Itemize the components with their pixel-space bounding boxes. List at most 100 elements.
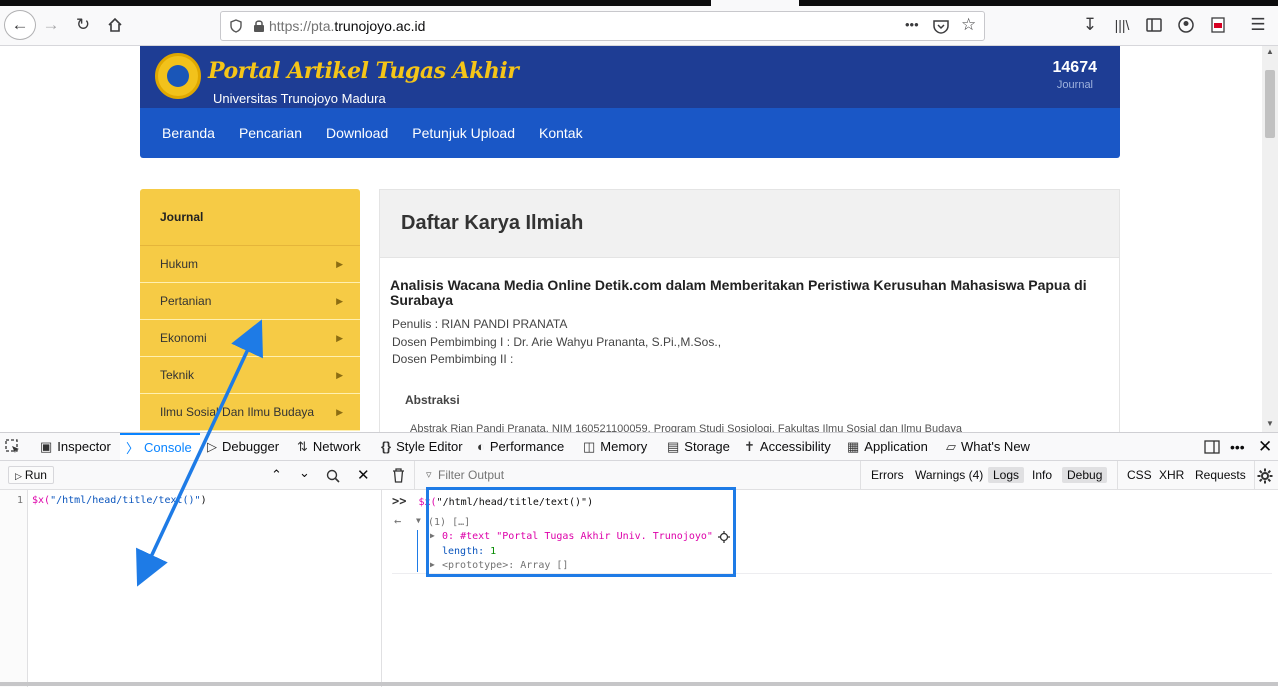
tab-performance[interactable]: ◐ Performance <box>477 433 564 460</box>
filter-logs[interactable]: Logs <box>988 467 1025 483</box>
filter-errors[interactable]: Errors <box>871 468 904 482</box>
close-editor-icon[interactable]: ✕ <box>357 466 370 484</box>
menu-button[interactable]: ☰ <box>1243 10 1273 40</box>
gear-icon[interactable] <box>1257 468 1273 484</box>
site-title[interactable]: Portal Artikel Tugas Akhir <box>208 58 519 84</box>
filter-css[interactable]: CSS <box>1127 468 1152 482</box>
journal-count-label: Journal <box>1056 79 1093 91</box>
forward-arrow-icon: → <box>42 15 60 34</box>
filter-icon: ▿ <box>426 469 432 481</box>
page-scrollbar[interactable]: ▲ ▼ <box>1262 46 1278 432</box>
sidebar-item-hukum[interactable]: Hukum ▶ <box>140 246 360 283</box>
abstract-heading: Abstraksi <box>405 393 460 407</box>
article-advisor-2: Dosen Pembimbing II : <box>392 352 514 366</box>
nav-download[interactable]: Download <box>314 125 400 141</box>
tab-style-editor[interactable]: {} Style Editor <box>381 433 463 460</box>
multiline-editor[interactable]: 1 $x("/html/head/title/text()") <box>0 490 382 687</box>
tab-label: Memory <box>600 439 648 454</box>
expand-down-icon[interactable]: ▼ <box>416 516 421 525</box>
tab-whats-new[interactable]: ▱ What's New <box>946 433 1030 460</box>
triangle-right-icon: ▶ <box>336 406 343 417</box>
tab-memory[interactable]: ◫ Memory <box>583 433 647 460</box>
pocket-icon[interactable] <box>933 19 949 34</box>
editor-code[interactable]: $x("/html/head/title/text()") <box>32 495 207 506</box>
code-end: ) <box>200 495 207 506</box>
journal-sidebar: Journal Hukum ▶ Pertanian ▶ Ekonomi ▶ Tekni… <box>140 189 360 431</box>
scrollbar-thumb[interactable] <box>1265 70 1275 138</box>
abstract-text: Abstrak Rian Pandi Pranata. NIM 16052110… <box>410 423 962 432</box>
storage-icon: ▤ <box>667 438 680 454</box>
braces-icon: {} <box>381 439 392 454</box>
reverse-search-icon[interactable] <box>326 469 340 483</box>
nav-petunjuk-upload[interactable]: Petunjuk Upload <box>400 125 527 141</box>
tab-label: Style Editor <box>396 439 463 454</box>
tab-application[interactable]: ▦ Application <box>847 433 928 460</box>
history-up-icon[interactable]: ⌃ <box>271 467 282 483</box>
library-icon: |||\ <box>1114 17 1130 33</box>
history-down-icon[interactable]: ⌄ <box>299 465 310 481</box>
nav-beranda[interactable]: Beranda <box>150 125 227 141</box>
filter-warnings[interactable]: Warnings (4) <box>915 468 983 482</box>
nav-kontak[interactable]: Kontak <box>527 125 595 141</box>
sidebar-item-teknik[interactable]: Teknik ▶ <box>140 357 360 394</box>
filter-output-input[interactable] <box>438 466 798 484</box>
tab-storage[interactable]: ▤ Storage <box>667 433 730 460</box>
url-prefix: https://pta. <box>269 18 335 34</box>
play-icon: ▷ <box>15 471 22 481</box>
tab-network[interactable]: ⇅ Network <box>297 433 361 460</box>
tab-label: Storage <box>684 439 730 454</box>
article-title[interactable]: Analisis Wacana Media Online Detik.com d… <box>390 278 1105 308</box>
application-grid-icon: ▦ <box>847 438 860 454</box>
page-actions-icon[interactable]: ••• <box>905 17 919 32</box>
devtools-tabbar: ▣ Inspector 〉 Console ▷ Debugger ⇅ Network {… <box>0 433 1278 461</box>
devtools-panel: ▣ Inspector 〉 Console ▷ Debugger ⇅ Network {… <box>0 432 1278 687</box>
devtools-menu-button[interactable]: ••• <box>1230 433 1245 460</box>
sidebar-item-ilmu-sosial[interactable]: Ilmu Sosial Dan Ilmu Budaya ▶ <box>140 394 360 431</box>
tab-label: Console <box>144 440 192 455</box>
sidebar-item-ekonomi[interactable]: Ekonomi ▶ <box>140 320 360 357</box>
accessibility-icon: ✝ <box>744 438 755 454</box>
network-icon: ⇅ <box>297 438 308 454</box>
account-button[interactable] <box>1171 10 1201 40</box>
back-button[interactable]: ← <box>4 10 36 40</box>
reload-button[interactable]: ↻ <box>68 10 98 40</box>
element-picker-button[interactable] <box>5 433 21 460</box>
divider <box>414 461 415 489</box>
sidebar-item-pertanian[interactable]: Pertanian ▶ <box>140 283 360 320</box>
nav-pencarian[interactable]: Pencarian <box>227 125 314 141</box>
scroll-up-icon[interactable]: ▲ <box>1266 47 1274 56</box>
scroll-down-icon[interactable]: ▼ <box>1266 419 1274 428</box>
tab-debugger[interactable]: ▷ Debugger <box>207 433 279 460</box>
filter-debug[interactable]: Debug <box>1062 467 1108 483</box>
close-icon: ✕ <box>1258 436 1273 456</box>
bookmark-star-icon[interactable]: ☆ <box>961 15 976 35</box>
url-text[interactable]: https://pta.trunojoyo.ac.id <box>269 18 425 34</box>
university-logo[interactable] <box>155 53 201 99</box>
article-advisor-1: Dosen Pembimbing I : Dr. Arie Wahyu Pran… <box>392 335 722 349</box>
library-button[interactable]: |||\ <box>1107 10 1137 40</box>
pdf-extension-button[interactable] <box>1203 10 1233 40</box>
article-author: Penulis : RIAN PANDI PRANATA <box>392 317 568 331</box>
tab-label: Accessibility <box>759 439 831 454</box>
prompt-chevron-icon: >> <box>392 494 407 508</box>
filter-requests[interactable]: Requests <box>1195 468 1246 482</box>
downloads-button[interactable]: ↧ <box>1075 10 1105 40</box>
inspector-icon: ▣ <box>40 438 53 454</box>
forward-button[interactable]: → <box>36 10 66 40</box>
gauge-icon: ◐ <box>477 439 485 454</box>
main-content: Daftar Karya Ilmiah Analisis Wacana Medi… <box>379 189 1120 432</box>
hamburger-icon: ☰ <box>1250 15 1266 34</box>
trash-icon[interactable] <box>392 468 405 483</box>
tab-inspector[interactable]: ▣ Inspector <box>40 433 111 460</box>
url-bar[interactable]: https://pta.trunojoyo.ac.id ••• ☆ <box>220 11 985 41</box>
sidebar-button[interactable] <box>1139 10 1169 40</box>
filter-info[interactable]: Info <box>1032 468 1052 482</box>
run-button[interactable]: ▷ Run <box>8 466 54 484</box>
line-number: 1 <box>16 495 23 506</box>
filter-xhr[interactable]: XHR <box>1159 468 1184 482</box>
tab-console[interactable]: 〉 Console <box>120 433 200 460</box>
tab-accessibility[interactable]: ✝ Accessibility <box>744 433 831 460</box>
home-button[interactable] <box>100 10 130 40</box>
devtools-close-button[interactable]: ✕ <box>1258 433 1272 460</box>
dock-toggle-button[interactable] <box>1204 433 1220 460</box>
